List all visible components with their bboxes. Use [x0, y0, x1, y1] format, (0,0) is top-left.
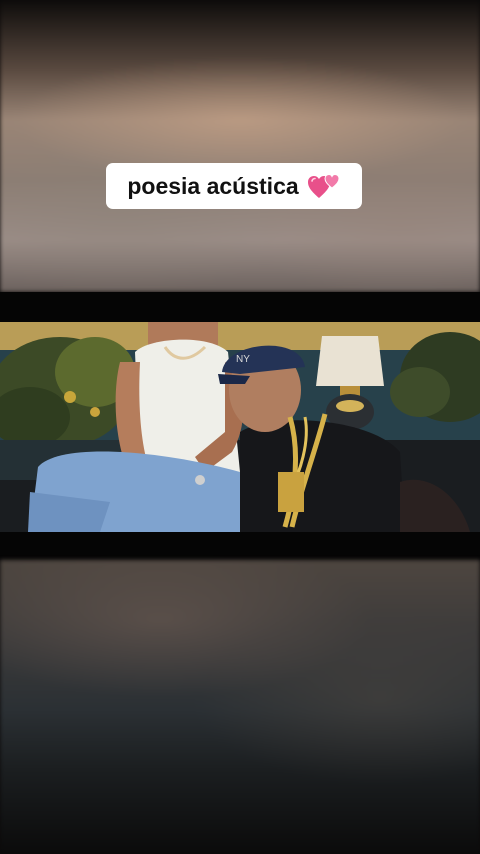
letterbox-bar-bottom — [0, 532, 480, 560]
caption-text: poesia acústica — [127, 172, 299, 199]
video-frame[interactable]: NY — [0, 322, 480, 532]
blurred-background-bottom — [0, 560, 480, 854]
blurred-background-top — [0, 0, 480, 292]
caption-label: poesia acústica — [106, 163, 362, 209]
video-scene: NY — [0, 322, 480, 532]
letterbox-bar-top — [0, 292, 480, 322]
cap-logo: NY — [236, 354, 250, 365]
two-hearts-icon — [307, 171, 341, 201]
